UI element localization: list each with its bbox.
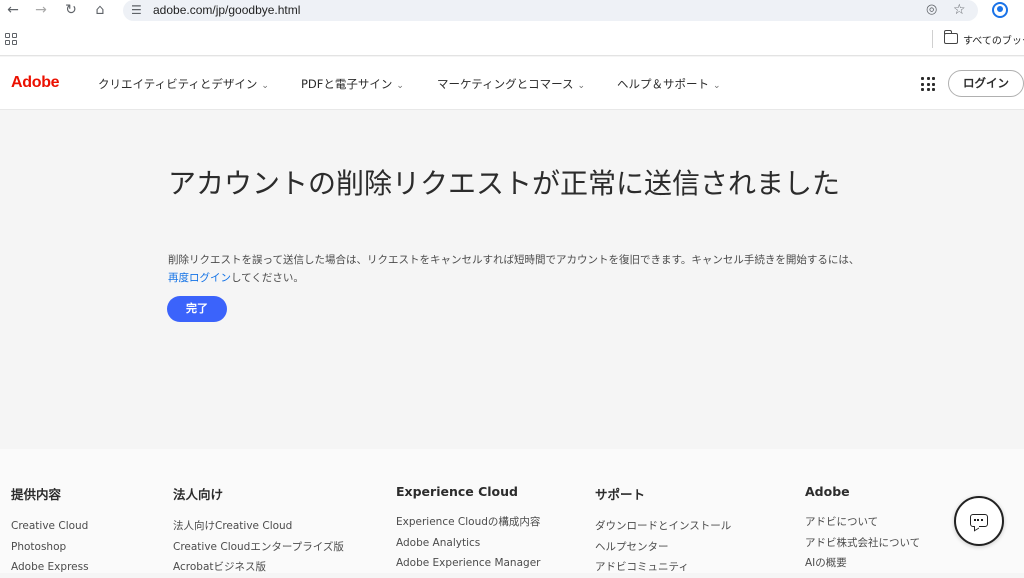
relogin-link[interactable]: 再度ログイン <box>168 272 231 284</box>
footer-link[interactable]: アドビ株式会社について <box>805 533 920 554</box>
footer-link[interactable]: Experience Cloudの構成内容 <box>396 512 540 533</box>
reload-icon[interactable]: ↻ <box>62 1 80 19</box>
chevron-down-icon: ⌄ <box>261 81 269 91</box>
chevron-down-icon: ⌄ <box>577 81 586 91</box>
nav-pdf[interactable]: PDFと電子サイン ⌄ <box>301 76 404 92</box>
footer-link[interactable]: ヘルプセンター <box>595 537 731 558</box>
star-icon[interactable]: ☆ <box>953 1 966 19</box>
description-text: 削除リクエストを誤って送信した場合は、リクエストをキャンセルすれば短時間でアカウ… <box>168 251 868 287</box>
footer-link[interactable]: ダウンロードとインストール <box>595 516 731 537</box>
forward-icon[interactable]: → <box>32 1 50 19</box>
footer-link[interactable]: Creative Cloud <box>11 516 89 537</box>
nav-pdf-label: PDFと電子サイン <box>301 77 393 91</box>
app-switcher-icon[interactable] <box>921 77 935 91</box>
footer-link[interactable]: アドビについて <box>805 512 920 533</box>
main-content: アカウントの削除リクエストが正常に送信されました 削除リクエストを誤って送信した… <box>0 111 1024 449</box>
description-suffix: してください。 <box>231 272 304 284</box>
nav-marketing[interactable]: マーケティングとコマース ⌄ <box>437 76 585 92</box>
footer-column-business: 法人向け 法人向けCreative Cloud Creative Cloudエン… <box>173 484 344 578</box>
nav-help-label: ヘルプ＆サポート <box>617 77 709 91</box>
profile-icon[interactable] <box>992 2 1008 18</box>
footer-link[interactable]: Creative Cloudエンタープライズ版 <box>173 537 344 558</box>
footer-column-support: サポート ダウンロードとインストール ヘルプセンター アドビコミュニティ <box>595 484 731 578</box>
adobe-logo[interactable]: Adobe <box>11 74 60 92</box>
nav-help[interactable]: ヘルプ＆サポート ⌄ <box>617 76 721 92</box>
browser-toolbar: ← → ↻ ⌂ ☰ adobe.com/jp/goodbye.html ◎ ☆ <box>0 0 1024 22</box>
footer-heading: Adobe <box>805 484 850 499</box>
footer-link[interactable]: 法人向けCreative Cloud <box>173 516 344 537</box>
footer-heading: 法人向け <box>173 487 224 502</box>
footer-column-experience-cloud: Experience Cloud Experience Cloudの構成内容 A… <box>396 484 540 574</box>
description-body: 削除リクエストを誤って送信した場合は、リクエストをキャンセルすれば短時間でアカウ… <box>168 254 860 266</box>
site-header: Adobe クリエイティビティとデザイン ⌄ PDFと電子サイン ⌄ マーケティング… <box>0 57 1024 110</box>
footer-heading: 提供内容 <box>11 487 62 502</box>
footer-column-products: 提供内容 Creative Cloud Photoshop Adobe Expr… <box>11 484 89 578</box>
nav-marketing-label: マーケティングとコマース <box>437 77 574 91</box>
apps-grid-icon[interactable] <box>5 33 17 45</box>
footer-link[interactable]: Adobe Express <box>11 557 89 578</box>
all-bookmarks-link[interactable]: すべてのブックマ <box>963 32 1024 47</box>
chevron-down-icon: ⌄ <box>396 81 404 91</box>
footer-heading: Experience Cloud <box>396 484 518 499</box>
site-settings-icon[interactable]: ☰ <box>131 2 142 18</box>
home-icon[interactable]: ⌂ <box>91 1 109 19</box>
chat-icon <box>970 514 988 527</box>
footer-link[interactable]: Adobe Analytics <box>396 533 540 554</box>
back-icon[interactable]: ← <box>4 1 22 19</box>
footer-link[interactable]: AIの概要 <box>805 553 920 574</box>
page-title: アカウントの削除リクエストが正常に送信されました <box>168 167 841 200</box>
footer-link[interactable]: Photoshop <box>11 537 89 558</box>
chat-button[interactable] <box>954 496 1004 546</box>
footer-column-adobe: Adobe アドビについて アドビ株式会社について AIの概要 <box>805 484 920 574</box>
footer-link[interactable]: Adobe Experience Manager <box>396 553 540 574</box>
eye-off-icon[interactable]: ◎ <box>926 1 937 19</box>
footer-link[interactable]: Acrobatビジネス版 <box>173 557 344 578</box>
footer-link[interactable]: アドビコミュニティ <box>595 557 731 578</box>
login-button[interactable]: ログイン <box>948 70 1024 97</box>
nav-creativity-label: クリエイティビティとデザイン <box>98 77 258 91</box>
bookmarks-bar: すべてのブックマ <box>0 22 1024 56</box>
chevron-down-icon: ⌄ <box>713 81 721 91</box>
done-button[interactable]: 完了 <box>167 296 227 322</box>
footer: 提供内容 Creative Cloud Photoshop Adobe Expr… <box>0 449 1024 573</box>
nav-creativity[interactable]: クリエイティビティとデザイン ⌄ <box>98 76 269 92</box>
footer-heading: サポート <box>595 487 646 502</box>
address-url: adobe.com/jp/goodbye.html <box>153 3 301 17</box>
bookmarks-divider <box>932 30 933 48</box>
address-bar[interactable]: ☰ adobe.com/jp/goodbye.html ◎ ☆ <box>123 0 978 21</box>
folder-icon <box>944 30 958 44</box>
